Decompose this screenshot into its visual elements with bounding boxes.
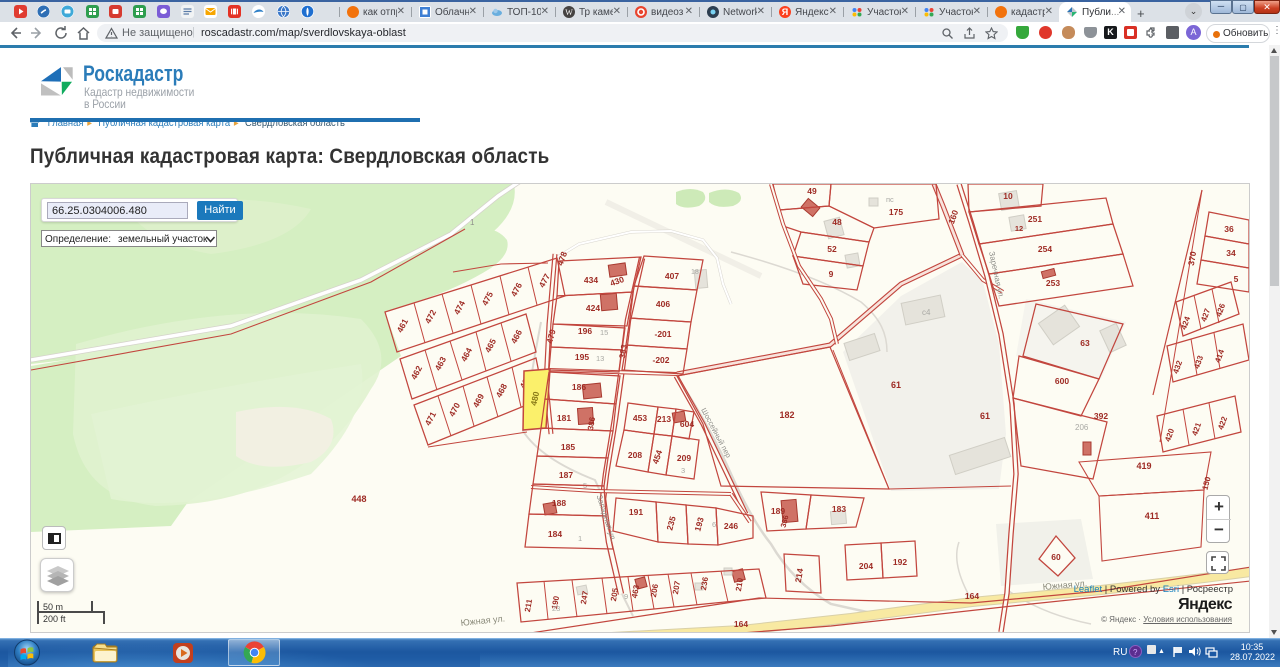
svg-text:34: 34 <box>1226 248 1236 258</box>
svg-text:407: 407 <box>665 271 679 281</box>
svg-text:600: 600 <box>1055 376 1069 386</box>
svg-text:191: 191 <box>629 507 643 517</box>
svg-text:209: 209 <box>677 453 691 463</box>
svg-text:18: 18 <box>691 269 699 276</box>
svg-text:48: 48 <box>832 217 842 227</box>
svg-text:49: 49 <box>807 186 817 196</box>
svg-text:6: 6 <box>712 520 716 529</box>
svg-text:15: 15 <box>600 328 608 337</box>
svg-text:254: 254 <box>1038 244 1052 254</box>
svg-text:12: 12 <box>1015 224 1023 233</box>
svg-text:188: 188 <box>552 498 566 508</box>
svg-text:204: 204 <box>859 561 873 571</box>
svg-text:61: 61 <box>891 380 901 390</box>
svg-text:448: 448 <box>351 494 366 504</box>
svg-text:213: 213 <box>657 414 671 424</box>
svg-text:W: W <box>565 8 573 17</box>
svg-text:424: 424 <box>586 303 600 313</box>
svg-text:453: 453 <box>633 413 647 423</box>
svg-text:9: 9 <box>829 269 834 279</box>
svg-text:186: 186 <box>572 382 586 392</box>
svg-text:-202: -202 <box>652 355 669 365</box>
svg-text:Я: Я <box>782 7 788 17</box>
svg-text:пс: пс <box>886 195 894 204</box>
svg-text:63: 63 <box>1080 338 1090 348</box>
svg-text:419: 419 <box>1136 461 1151 471</box>
svg-text:251: 251 <box>1028 214 1042 224</box>
svg-text:253: 253 <box>1046 278 1060 288</box>
svg-text:184: 184 <box>548 529 562 539</box>
svg-text:411: 411 <box>1145 511 1160 521</box>
svg-text:1: 1 <box>470 218 475 227</box>
svg-text:3: 3 <box>681 466 685 475</box>
svg-text:1: 1 <box>578 534 582 543</box>
svg-text:52: 52 <box>827 244 837 254</box>
svg-text:183: 183 <box>832 504 846 514</box>
svg-text:192: 192 <box>893 557 907 567</box>
svg-text:434: 434 <box>584 275 598 285</box>
svg-text:604: 604 <box>680 419 694 429</box>
svg-text:196: 196 <box>578 326 592 336</box>
svg-text:5: 5 <box>1234 274 1239 284</box>
svg-text:206: 206 <box>1075 423 1089 432</box>
svg-text:195: 195 <box>575 352 589 362</box>
svg-text:61: 61 <box>980 411 990 421</box>
svg-text:175: 175 <box>889 207 903 217</box>
svg-text:-201: -201 <box>654 329 671 339</box>
svg-text:246: 246 <box>724 521 738 531</box>
svg-text:185: 185 <box>561 442 575 452</box>
svg-text:60: 60 <box>1051 552 1061 562</box>
svg-text:10: 10 <box>1003 191 1013 201</box>
svg-text:36: 36 <box>1224 224 1234 234</box>
svg-text:182: 182 <box>779 410 794 420</box>
svg-text:181: 181 <box>557 413 571 423</box>
svg-text:406: 406 <box>656 299 670 309</box>
svg-text:392: 392 <box>1094 411 1108 421</box>
svg-text:c4: c4 <box>922 308 931 317</box>
svg-text:13: 13 <box>596 354 604 363</box>
svg-text:208: 208 <box>628 450 642 460</box>
svg-text:187: 187 <box>559 470 573 480</box>
